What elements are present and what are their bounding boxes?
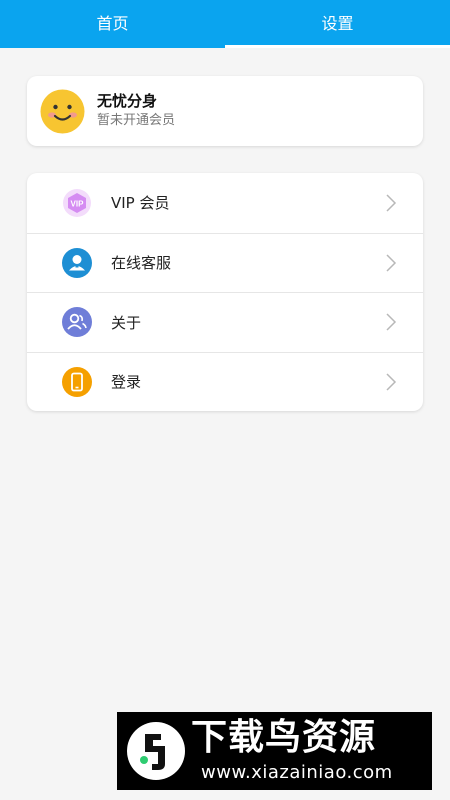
menu-item-login[interactable]: 登录 — [27, 351, 423, 412]
profile-name: 无忧分身 — [97, 92, 158, 110]
tab-settings[interactable]: 设置 — [225, 0, 450, 48]
vip-icon-text: VIP — [71, 199, 85, 208]
menu-item-about[interactable]: 关于 — [27, 292, 423, 352]
tab-home[interactable]: 首页 — [0, 0, 225, 48]
users-icon — [62, 307, 92, 338]
menu-label-vip: VIP 会员 — [111, 194, 170, 213]
watermark-url: www.xiazainiao.com — [201, 762, 393, 783]
chevron-right-icon — [386, 194, 397, 212]
profile-info: 无忧分身 暂未开通会员 — [97, 91, 175, 130]
tab-settings-label: 设置 — [321, 14, 354, 33]
menu-label-customer-service: 在线客服 — [111, 254, 172, 273]
menu-label-login: 登录 — [111, 373, 142, 392]
smiley-face-icon — [40, 89, 85, 134]
watermark-title: 下载鸟资源 — [191, 717, 377, 758]
membership-status: 暂未开通会员 — [97, 113, 176, 128]
chevron-right-icon — [386, 313, 397, 331]
profile-card[interactable]: 无忧分身 暂未开通会员 — [27, 76, 423, 146]
phone-icon — [62, 366, 92, 397]
chevron-right-icon — [386, 373, 397, 391]
tab-home-label: 首页 — [96, 14, 129, 33]
settings-menu: VIP VIP 会员 在线客服 关于 登录 — [27, 173, 423, 411]
menu-label-about: 关于 — [111, 313, 142, 332]
menu-item-customer-service[interactable]: 在线客服 — [27, 232, 423, 293]
bird-logo-icon — [127, 722, 185, 780]
chevron-right-icon — [386, 254, 397, 272]
customer-service-icon — [62, 247, 92, 278]
top-tab-bar: 首页 设置 — [0, 0, 450, 48]
menu-item-vip[interactable]: VIP VIP 会员 — [27, 173, 423, 233]
vip-badge-icon: VIP — [63, 188, 91, 217]
watermark-banner: 下载鸟资源 www.xiazainiao.com — [117, 712, 432, 790]
